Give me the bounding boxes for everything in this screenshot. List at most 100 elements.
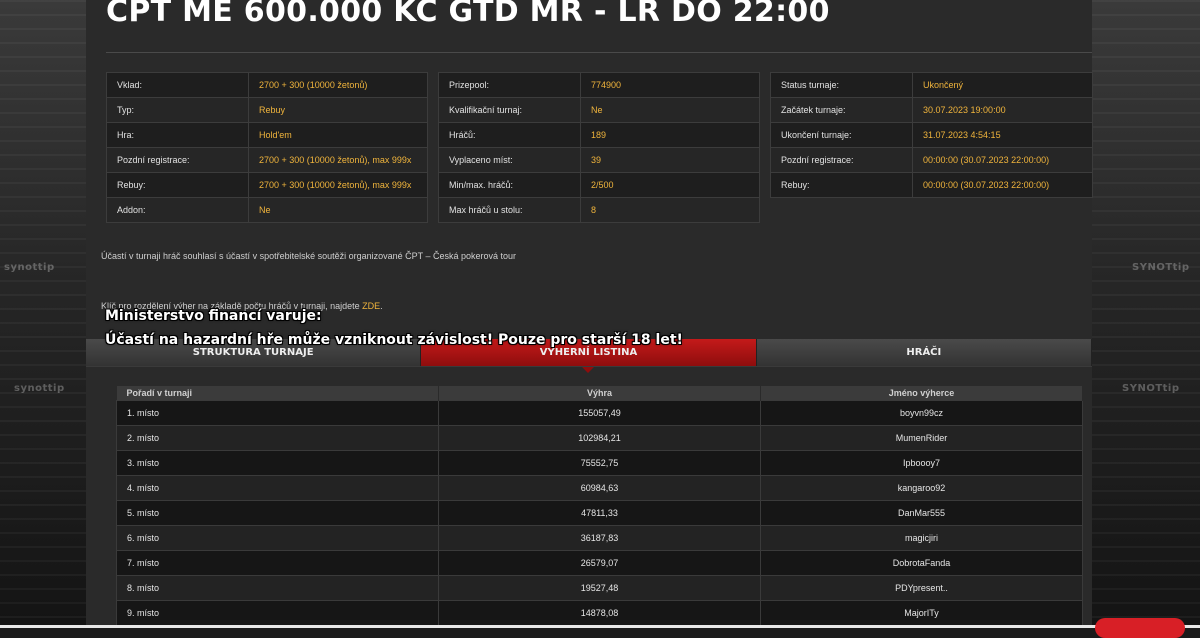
info-table-status: Status turnaje: Ukončený Začátek turnaje: 3… bbox=[770, 72, 1093, 198]
tab-players[interactable]: HRÁČI bbox=[756, 339, 1092, 366]
info-row: Kvalifikační turnaj: Ne bbox=[438, 97, 760, 123]
winner-prize: 102984,21 bbox=[438, 425, 761, 451]
info-label: Vklad: bbox=[106, 72, 249, 98]
winners-table: Pořadí v turnaji Výhra Jméno výherce 1. … bbox=[116, 386, 1083, 626]
col-header-prize: Výhra bbox=[438, 386, 761, 401]
info-row: Hra: Hold'em bbox=[106, 122, 428, 148]
winner-prize: 155057,49 bbox=[438, 400, 761, 426]
info-row: Prizepool: 774900 bbox=[438, 72, 760, 98]
winner-name: magicjiri bbox=[760, 525, 1083, 551]
table-row: 8. místo 19527,48 PDYpresent.. bbox=[116, 575, 1083, 601]
info-table-entry: Vklad: 2700 + 300 (10000 žetonů) Typ: Rebuy… bbox=[106, 72, 428, 223]
winner-prize: 14878,08 bbox=[438, 600, 761, 626]
table-row: 2. místo 102984,21 MumenRider bbox=[116, 425, 1083, 451]
info-value: Ne bbox=[580, 97, 760, 123]
info-label: Hráčů: bbox=[438, 122, 581, 148]
floating-red-button[interactable] bbox=[1095, 618, 1185, 638]
winner-name: MajorITy bbox=[760, 600, 1083, 626]
info-label: Prizepool: bbox=[438, 72, 581, 98]
winner-rank: 8. místo bbox=[116, 575, 439, 601]
brand-watermark-left: synottip bbox=[4, 262, 55, 273]
page-title: CPT ME 600.000 KC GTD MR - LR DO 22:00 bbox=[106, 0, 830, 29]
background-right: SYNOTtip SYNOTtip bbox=[1092, 0, 1200, 628]
table-row: 7. místo 26579,07 DobrotaFanda bbox=[116, 550, 1083, 576]
winners-header-row: Pořadí v turnaji Výhra Jméno výherce bbox=[116, 386, 1083, 401]
winner-rank: 9. místo bbox=[116, 600, 439, 626]
info-row: Pozdní registrace: 2700 + 300 (10000 žeto… bbox=[106, 147, 428, 173]
info-label: Rebuy: bbox=[770, 172, 913, 198]
winner-prize: 47811,33 bbox=[438, 500, 761, 526]
info-value: 2700 + 300 (10000 žetonů), max 999x bbox=[248, 172, 428, 198]
info-value: 2700 + 300 (10000 žetonů) bbox=[248, 72, 428, 98]
table-row: 6. místo 36187,83 magicjiri bbox=[116, 525, 1083, 551]
winner-name: boyvn99cz bbox=[760, 400, 1083, 426]
winner-prize: 26579,07 bbox=[438, 550, 761, 576]
winner-rank: 2. místo bbox=[116, 425, 439, 451]
info-value: 189 bbox=[580, 122, 760, 148]
info-row: Hráčů: 189 bbox=[438, 122, 760, 148]
winner-rank: 7. místo bbox=[116, 550, 439, 576]
info-row: Pozdní registrace: 00:00:00 (30.07.2023 2… bbox=[770, 147, 1093, 173]
info-row: Status turnaje: Ukončený bbox=[770, 72, 1093, 98]
table-row: 4. místo 60984,63 kangaroo92 bbox=[116, 475, 1083, 501]
info-label: Pozdní registrace: bbox=[106, 147, 249, 173]
winner-prize: 75552,75 bbox=[438, 450, 761, 476]
winner-name: Ipboooy7 bbox=[760, 450, 1083, 476]
table-row: 1. místo 155057,49 boyvn99cz bbox=[116, 400, 1083, 426]
winner-prize: 60984,63 bbox=[438, 475, 761, 501]
winner-name: kangaroo92 bbox=[760, 475, 1083, 501]
info-row: Vklad: 2700 + 300 (10000 žetonů) bbox=[106, 72, 428, 98]
info-row: Max hráčů u stolu: 8 bbox=[438, 197, 760, 223]
info-table-prizes: Prizepool: 774900 Kvalifikační turnaj: Ne Hr… bbox=[438, 72, 760, 223]
winner-rank: 6. místo bbox=[116, 525, 439, 551]
info-value: Ne bbox=[248, 197, 428, 223]
col-header-winner: Jméno výherce bbox=[760, 386, 1083, 401]
info-label: Pozdní registrace: bbox=[770, 147, 913, 173]
winner-name: DanMar555 bbox=[760, 500, 1083, 526]
info-row: Vyplaceno míst: 39 bbox=[438, 147, 760, 173]
info-value: Rebuy bbox=[248, 97, 428, 123]
info-label: Kvalifikační turnaj: bbox=[438, 97, 581, 123]
info-label: Začátek turnaje: bbox=[770, 97, 913, 123]
info-row: Rebuy: 00:00:00 (30.07.2023 22:00:00) bbox=[770, 172, 1093, 198]
gambling-warning-title: Ministerstvo financí varuje: bbox=[105, 308, 322, 324]
info-value: 2700 + 300 (10000 žetonů), max 999x bbox=[248, 147, 428, 173]
payout-key-end: . bbox=[380, 301, 383, 311]
brand-watermark-left-2: synottip bbox=[14, 383, 65, 394]
table-row: 9. místo 14878,08 MajorITy bbox=[116, 600, 1083, 626]
info-value: 8 bbox=[580, 197, 760, 223]
info-row: Rebuy: 2700 + 300 (10000 žetonů), max 999… bbox=[106, 172, 428, 198]
table-row: 5. místo 47811,33 DanMar555 bbox=[116, 500, 1083, 526]
info-row: Typ: Rebuy bbox=[106, 97, 428, 123]
info-value: 774900 bbox=[580, 72, 760, 98]
info-label: Min/max. hráčů: bbox=[438, 172, 581, 198]
info-value: 31.07.2023 4:54:15 bbox=[912, 122, 1093, 148]
info-label: Hra: bbox=[106, 122, 249, 148]
tournament-panel: CPT ME 600.000 KC GTD MR - LR DO 22:00 V… bbox=[86, 0, 1093, 628]
info-value: Ukončený bbox=[912, 72, 1093, 98]
info-value: 2/500 bbox=[580, 172, 760, 198]
info-label: Rebuy: bbox=[106, 172, 249, 198]
tab-divider bbox=[86, 366, 1092, 367]
winner-rank: 3. místo bbox=[116, 450, 439, 476]
winner-name: DobrotaFanda bbox=[760, 550, 1083, 576]
info-row: Ukončení turnaje: 31.07.2023 4:54:15 bbox=[770, 122, 1093, 148]
brand-watermark-right-2: SYNOTtip bbox=[1122, 383, 1180, 394]
info-row: Min/max. hráčů: 2/500 bbox=[438, 172, 760, 198]
table-row: 3. místo 75552,75 Ipboooy7 bbox=[116, 450, 1083, 476]
winner-name: PDYpresent.. bbox=[760, 575, 1083, 601]
info-value: 39 bbox=[580, 147, 760, 173]
info-label: Vyplaceno míst: bbox=[438, 147, 581, 173]
info-label: Max hráčů u stolu: bbox=[438, 197, 581, 223]
info-label: Status turnaje: bbox=[770, 72, 913, 98]
background-left: synottip synottip bbox=[0, 0, 86, 628]
info-row: Začátek turnaje: 30.07.2023 19:00:00 bbox=[770, 97, 1093, 123]
gambling-warning-text: Účastí na hazardní hře může vzniknout zá… bbox=[105, 332, 683, 348]
winner-name: MumenRider bbox=[760, 425, 1083, 451]
winner-rank: 4. místo bbox=[116, 475, 439, 501]
payout-key-link[interactable]: ZDE bbox=[362, 301, 380, 311]
title-divider bbox=[106, 52, 1092, 53]
info-value: 30.07.2023 19:00:00 bbox=[912, 97, 1093, 123]
info-value: 00:00:00 (30.07.2023 22:00:00) bbox=[912, 147, 1093, 173]
info-label: Addon: bbox=[106, 197, 249, 223]
